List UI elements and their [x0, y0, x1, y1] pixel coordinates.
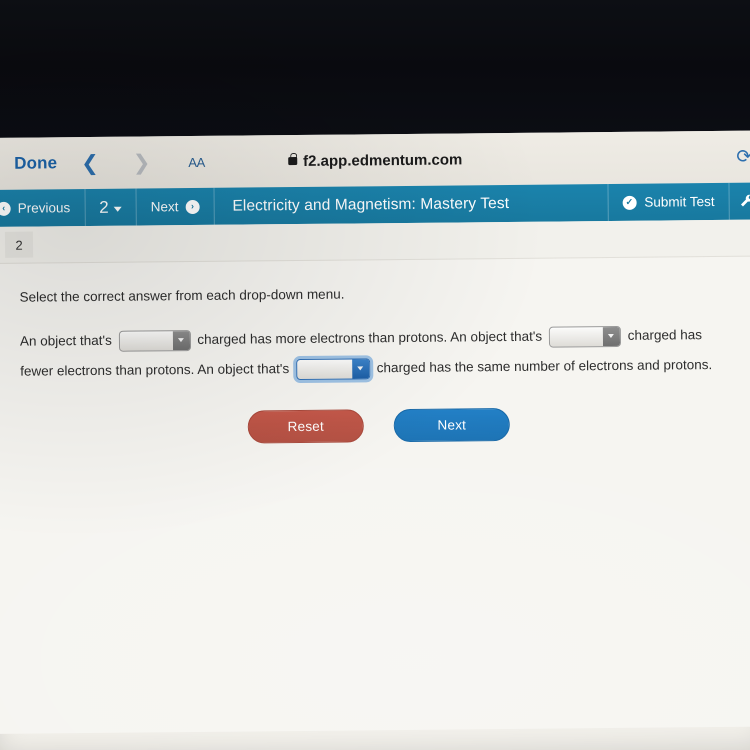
question-content: Select the correct answer from each drop…	[0, 256, 750, 734]
dropdown-2[interactable]	[548, 325, 622, 348]
next-button[interactable]: Next	[393, 407, 510, 443]
lock-icon	[288, 157, 298, 166]
question-number-strip: 2	[0, 219, 750, 264]
tools-button[interactable]	[729, 183, 750, 220]
dropdown-3[interactable]	[295, 358, 371, 380]
chevron-down-icon	[113, 206, 122, 212]
dropdown-3-chevron-down-icon	[351, 359, 370, 379]
submit-test-label: Submit Test	[644, 194, 715, 210]
previous-label: Previous	[17, 200, 71, 216]
instruction-text: Select the correct answer from each drop…	[19, 286, 345, 305]
dropdown-2-value	[550, 327, 603, 347]
action-buttons: Reset Next	[21, 406, 737, 446]
done-button[interactable]: Done	[14, 153, 57, 173]
dropdown-3-value	[297, 359, 352, 379]
sentence-part-1: An object that's	[19, 332, 112, 349]
text-size-icon[interactable]: AA	[188, 154, 204, 169]
test-title: Electricity and Magnetism: Mastery Test	[214, 184, 609, 225]
device-bezel-top	[0, 0, 750, 146]
browser-window: Done ❮ ❯ AA f2.app.edmentum.com ⟳ ‹ Prev…	[0, 130, 750, 750]
question-selector[interactable]: 2	[85, 188, 137, 227]
dropdown-2-chevron-down-icon	[602, 326, 621, 347]
current-question-number: 2	[99, 197, 109, 217]
address-bar[interactable]: f2.app.edmentum.com	[0, 148, 750, 173]
check-circle-icon: ✓	[622, 195, 637, 210]
question-statement: An object that's charged has more electr…	[20, 320, 721, 387]
dropdown-1-chevron-down-icon	[172, 330, 190, 351]
sentence-part-2: charged has more electrons than protons.…	[197, 328, 543, 347]
previous-button[interactable]: ‹ Previous	[0, 189, 86, 227]
submit-test-button[interactable]: ✓ Submit Test	[608, 182, 730, 222]
browser-toolbar: Done ❮ ❯ AA f2.app.edmentum.com ⟳	[0, 130, 750, 190]
sentence-part-4: charged has the same number of electrons…	[376, 357, 713, 376]
text-size-label: AA	[188, 154, 205, 170]
forward-icon[interactable]: ❯	[133, 151, 151, 174]
dropdown-1[interactable]	[118, 329, 191, 352]
url-text: f2.app.edmentum.com	[303, 151, 463, 170]
dropdown-1-value	[120, 331, 173, 351]
screenshot-root: Done ❮ ❯ AA f2.app.edmentum.com ⟳ ‹ Prev…	[0, 0, 750, 750]
wrench-icon	[740, 194, 750, 207]
arrow-right-circle-icon: ›	[185, 199, 200, 214]
reset-button[interactable]: Reset	[247, 409, 364, 444]
next-question-button[interactable]: Next ›	[136, 187, 215, 226]
back-icon[interactable]: ❮	[81, 151, 99, 174]
reload-icon[interactable]: ⟳	[736, 145, 750, 168]
arrow-left-circle-icon: ‹	[0, 201, 11, 216]
next-label: Next	[150, 199, 179, 215]
question-number-tab: 2	[4, 231, 34, 258]
